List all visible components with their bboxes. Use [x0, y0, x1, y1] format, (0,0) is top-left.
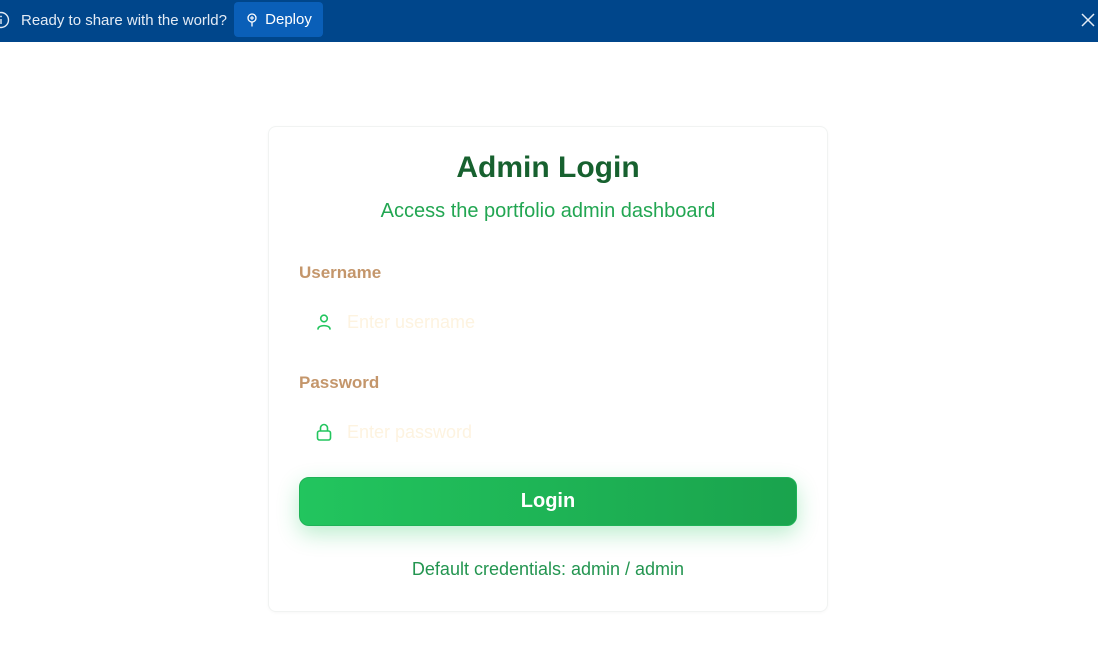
credentials-hint: Default credentials: admin / admin	[411, 559, 685, 579]
page-subtitle: Access the portfolio admin dashboard	[380, 200, 716, 222]
user-icon	[317, 314, 331, 330]
username-input[interactable]	[347, 306, 787, 338]
info-icon	[0, 11, 10, 29]
login-button[interactable]: Login	[299, 477, 797, 526]
deploy-icon	[247, 12, 257, 26]
login-card: Admin Login Access the portfolio admin d…	[268, 126, 828, 612]
close-icon[interactable]	[1079, 11, 1097, 29]
lock-icon	[316, 423, 332, 441]
page-title: Admin Login	[456, 151, 640, 184]
deploy-button[interactable]: Deploy	[234, 2, 323, 37]
deploy-banner: Ready to share with the world? Deploy	[0, 0, 1098, 42]
deploy-label: Deploy	[265, 11, 312, 28]
username-label: Username	[299, 263, 382, 282]
username-field[interactable]	[299, 300, 797, 344]
password-input[interactable]	[347, 416, 787, 448]
password-label: Password	[299, 373, 380, 392]
banner-message: Ready to share with the world?	[21, 12, 227, 29]
password-field[interactable]	[299, 410, 797, 454]
